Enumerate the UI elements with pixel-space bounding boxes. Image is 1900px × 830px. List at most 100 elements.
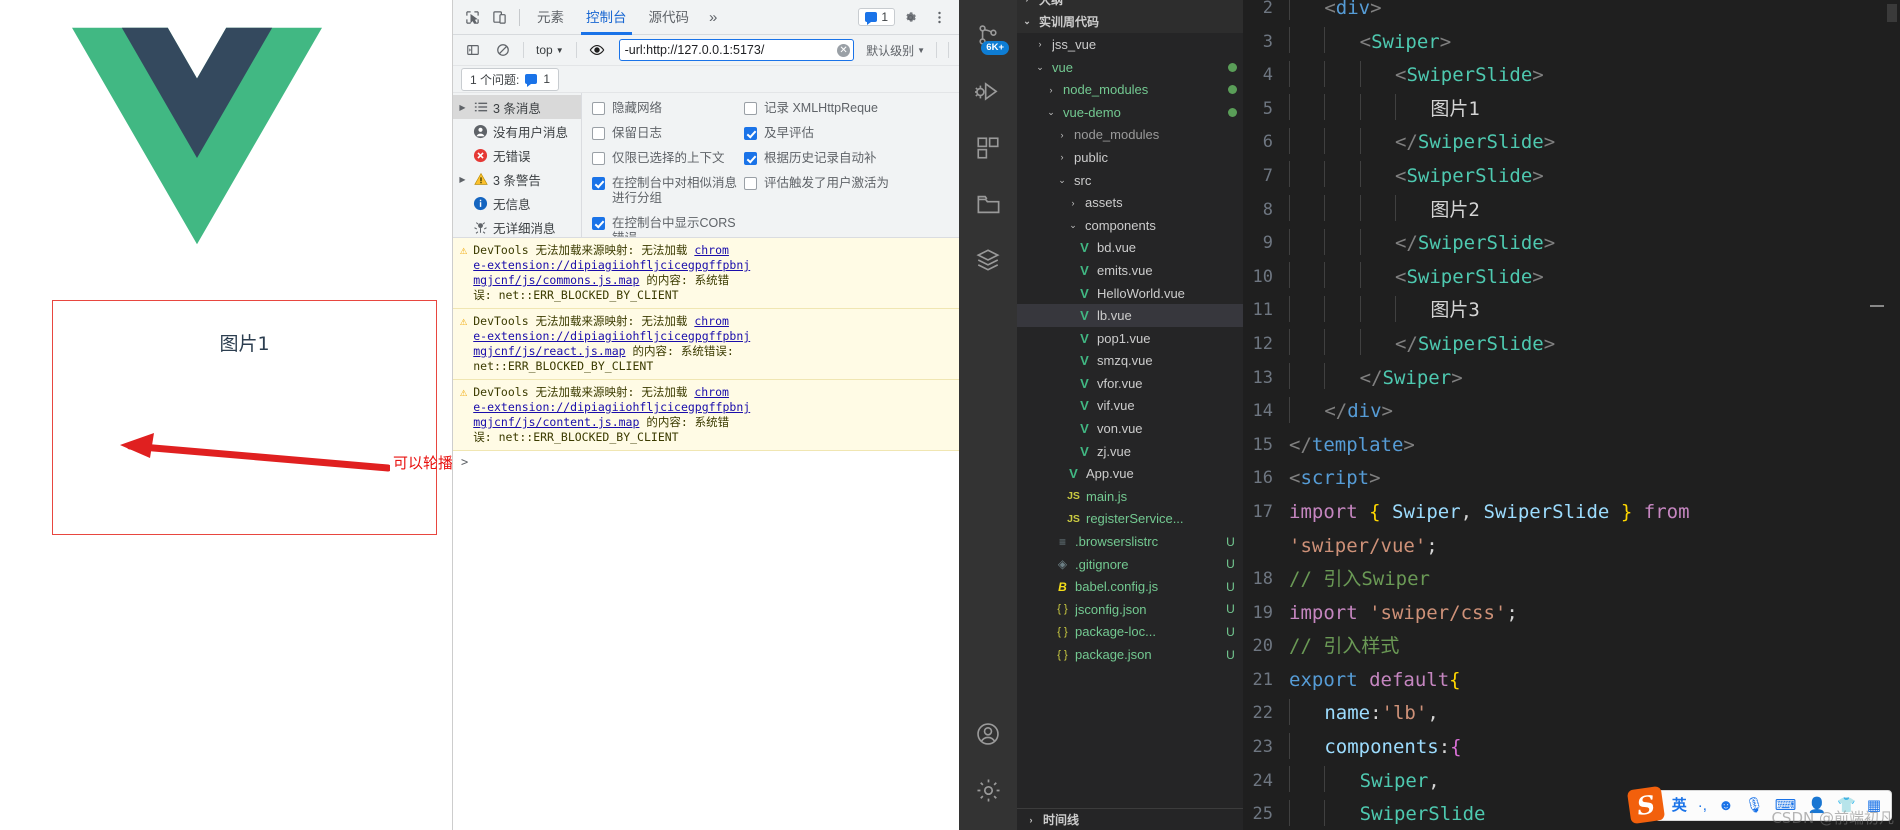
tree-file[interactable]: Vvif.vue: [1017, 395, 1243, 418]
tree-file[interactable]: { } package-loc... U: [1017, 621, 1243, 644]
tree-file[interactable]: Bbabel.config.js U: [1017, 575, 1243, 598]
sogou-logo-icon[interactable]: S: [1626, 785, 1665, 825]
chevron-right-icon[interactable]: ›: [1054, 152, 1070, 162]
tree-file[interactable]: ◈ .gitignore U: [1017, 553, 1243, 576]
expand-twisty-icon[interactable]: ▶: [457, 175, 468, 184]
account-icon[interactable]: [959, 706, 1017, 762]
tab-elements[interactable]: 元素: [526, 0, 575, 35]
console-sidebar-row[interactable]: 没有用户消息: [453, 119, 581, 143]
expand-twisty-icon[interactable]: ▶: [457, 103, 468, 112]
console-warning-row[interactable]: ⚠ DevTools 无法加载来源映射: 无法加载 chrom e-extensio…: [453, 309, 959, 380]
code-line[interactable]: 16 <script>: [1243, 462, 1900, 496]
tree-file[interactable]: JS registerService...: [1017, 508, 1243, 531]
code-line[interactable]: 14 </div>: [1243, 395, 1900, 429]
console-filter-box[interactable]: ✕: [618, 39, 855, 61]
tree-file[interactable]: V HelloWorld.vue: [1017, 282, 1243, 305]
code-editor[interactable]: 2 <div> 3 <Swiper> 4 <SwiperSlide> 5 图片1 6 <…: [1243, 0, 1900, 830]
code-line[interactable]: 'swiper/vue';: [1243, 530, 1900, 564]
chevron-down-icon[interactable]: ⌄: [1032, 62, 1048, 73]
tree-folder[interactable]: ⌄ vue: [1017, 56, 1243, 79]
code-line[interactable]: 3 <Swiper>: [1243, 26, 1900, 60]
tree-file[interactable]: Vlb.vue: [1017, 304, 1243, 327]
layers-icon[interactable]: [959, 232, 1017, 288]
console-input-prompt[interactable]: >: [453, 451, 959, 473]
tree-file[interactable]: { } jsconfig.json U: [1017, 598, 1243, 621]
code-line[interactable]: 23 components:{: [1243, 731, 1900, 765]
chevron-down-icon[interactable]: ⌄: [1043, 107, 1059, 118]
tab-console[interactable]: 控制台: [575, 0, 638, 35]
code-line[interactable]: 18 // 引入Swiper: [1243, 563, 1900, 597]
console-setting-checkbox[interactable]: 根据历史记录自动补: [744, 151, 919, 166]
console-setting-checkbox[interactable]: 记录 XMLHttpReque: [744, 101, 919, 116]
devtools-more-menu-icon[interactable]: [926, 4, 953, 30]
console-sidebar-row[interactable]: ▶ 3 条消息: [453, 95, 581, 119]
chevron-down-icon[interactable]: ⌄: [1054, 175, 1070, 186]
remote-explorer-icon[interactable]: [959, 176, 1017, 232]
tree-folder[interactable]: ⌄ vue-demo: [1017, 101, 1243, 124]
keyboard-icon[interactable]: ⌨: [1775, 798, 1797, 813]
tree-file[interactable]: V App.vue: [1017, 462, 1243, 485]
minimap-slider[interactable]: [1887, 4, 1897, 22]
microphone-icon[interactable]: 🎙: [1745, 798, 1764, 813]
editor-minimap[interactable]: [1884, 0, 1900, 830]
toggle-sidebar-icon[interactable]: [459, 37, 486, 63]
chevron-down-icon[interactable]: ⌄: [1065, 220, 1081, 231]
code-line[interactable]: 22 name:'lb',: [1243, 697, 1900, 731]
tree-section[interactable]: ⌄ 实训周代码: [1017, 10, 1243, 34]
code-line[interactable]: 9 </SwiperSlide>: [1243, 227, 1900, 261]
code-line[interactable]: 15 </template>: [1243, 429, 1900, 463]
ime-mode-label[interactable]: 英: [1672, 798, 1687, 813]
console-sidebar-row[interactable]: ▶ 3 条警告: [453, 167, 581, 191]
tree-file[interactable]: Vbd.vue: [1017, 237, 1243, 260]
messages-badge[interactable]: 1: [858, 8, 895, 26]
checkbox-icon[interactable]: [592, 127, 605, 140]
tree-folder[interactable]: › assets: [1017, 191, 1243, 214]
console-warning-row[interactable]: ⚠ DevTools 无法加载来源映射: 无法加载 chrom e-extensio…: [453, 238, 959, 309]
console-sidebar-row[interactable]: 无错误: [453, 143, 581, 167]
console-setting-checkbox[interactable]: 隐藏网络: [592, 101, 744, 116]
code-line[interactable]: 7 <SwiperSlide>: [1243, 160, 1900, 194]
settings-gear-icon[interactable]: [959, 762, 1017, 818]
tree-file[interactable]: Vemits.vue: [1017, 259, 1243, 282]
checkbox-icon[interactable]: [592, 177, 605, 190]
tree-folder[interactable]: › node_modules: [1017, 78, 1243, 101]
clear-filter-icon[interactable]: ✕: [837, 43, 851, 57]
extensions-icon[interactable]: [959, 120, 1017, 176]
run-debug-icon[interactable]: [959, 64, 1017, 120]
console-filter-input[interactable]: [624, 43, 838, 57]
console-warning-row[interactable]: ⚠ DevTools 无法加载来源映射: 无法加载 chrom e-extensio…: [453, 380, 959, 451]
execution-context-select[interactable]: top ▼: [531, 41, 569, 59]
console-setting-checkbox[interactable]: 评估触发了用户激活为: [744, 176, 919, 191]
checkbox-icon[interactable]: [592, 152, 605, 165]
checkbox-icon[interactable]: [744, 127, 757, 140]
live-expression-eye-icon[interactable]: [584, 37, 611, 63]
chevron-right-icon[interactable]: ›: [1043, 85, 1059, 95]
checkbox-icon[interactable]: [592, 217, 605, 230]
tree-section[interactable]: › 大纲: [1017, 0, 1243, 11]
code-line[interactable]: 2 <div>: [1243, 0, 1900, 26]
tree-folder[interactable]: › public: [1017, 146, 1243, 169]
code-line[interactable]: 13 </Swiper>: [1243, 362, 1900, 396]
tree-folder[interactable]: › node_modules: [1017, 124, 1243, 147]
tree-file[interactable]: Vsmzq.vue: [1017, 350, 1243, 373]
tree-folder[interactable]: › jss_vue: [1017, 33, 1243, 56]
tab-sources[interactable]: 源代码: [638, 0, 701, 35]
code-line[interactable]: 6 </SwiperSlide>: [1243, 126, 1900, 160]
code-line[interactable]: 19 import 'swiper/css';: [1243, 597, 1900, 631]
code-line[interactable]: 4 <SwiperSlide>: [1243, 59, 1900, 93]
clear-console-icon[interactable]: [489, 37, 516, 63]
inspect-element-icon[interactable]: [459, 4, 486, 30]
emoji-icon[interactable]: ☻: [1718, 798, 1734, 813]
checkbox-icon[interactable]: [744, 102, 757, 115]
tree-file[interactable]: ≡ .browserslistrc U: [1017, 530, 1243, 553]
timeline-section[interactable]: › 时间线: [1017, 808, 1243, 830]
tree-file[interactable]: Vzj.vue: [1017, 440, 1243, 463]
tree-file[interactable]: Vpop1.vue: [1017, 327, 1243, 350]
device-toolbar-icon[interactable]: [486, 4, 513, 30]
more-tabs-icon[interactable]: »: [700, 9, 726, 26]
tree-file[interactable]: Vvfor.vue: [1017, 372, 1243, 395]
issues-pill[interactable]: 1 个问题: 1: [461, 67, 560, 91]
code-line[interactable]: 11 图片3: [1243, 294, 1900, 328]
tree-file[interactable]: { } package.json U: [1017, 643, 1243, 666]
code-line[interactable]: 8 图片2: [1243, 194, 1900, 228]
